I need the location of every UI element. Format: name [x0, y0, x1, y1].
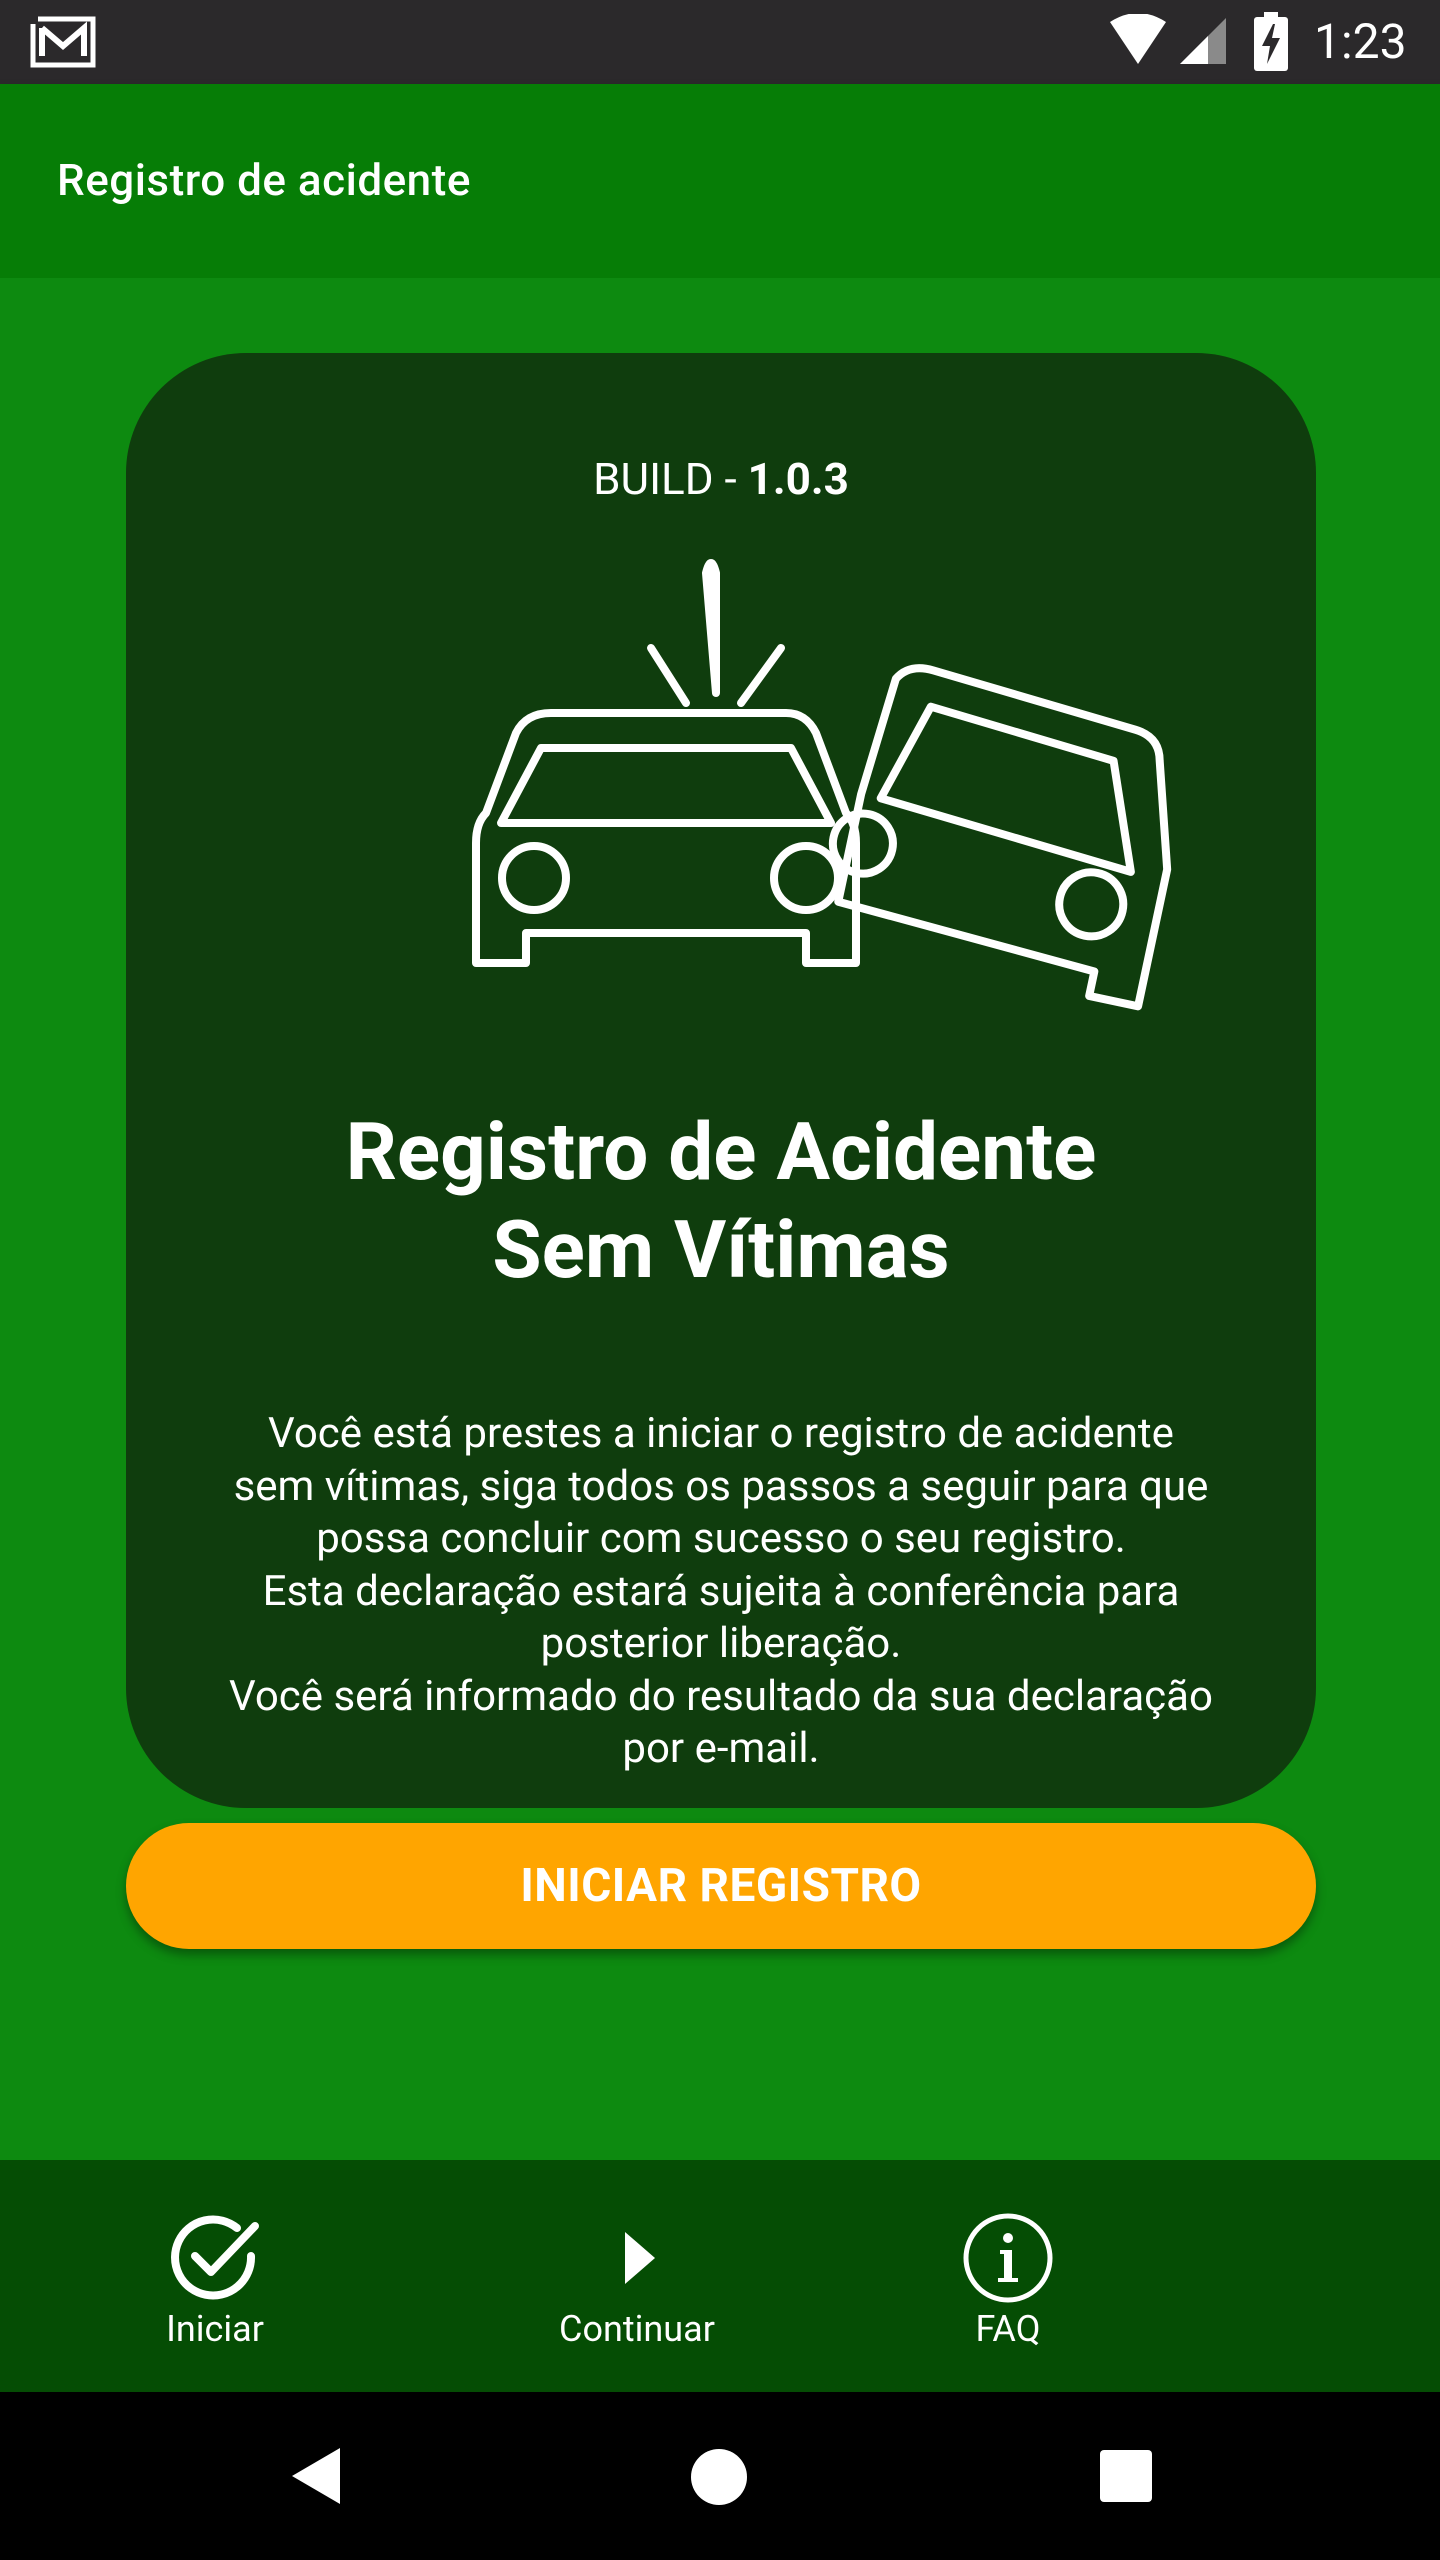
start-registration-button[interactable]: INICIAR REGISTRO: [126, 1823, 1316, 1949]
main-content: BUILD - 1.0.3 Registro de Acidente Sem V…: [0, 278, 1440, 2160]
nav-label: Iniciar: [166, 2308, 264, 2350]
car-crash-icon: [472, 559, 1172, 1011]
nav-item-iniciar[interactable]: Iniciar: [65, 2160, 365, 2392]
intro-card: BUILD - 1.0.3 Registro de Acidente Sem V…: [126, 353, 1316, 1808]
home-icon[interactable]: [690, 2448, 748, 2506]
app-bar-title: Registro de acidente: [57, 154, 471, 206]
build-label: BUILD -: [593, 453, 748, 505]
check-circle-icon: [171, 2215, 259, 2300]
status-bar: 1:23: [0, 0, 1440, 84]
build-version: BUILD - 1.0.3: [126, 453, 1316, 505]
page-heading: Registro de Acidente Sem Vítimas: [126, 1103, 1316, 1299]
nav-item-faq[interactable]: FAQ: [858, 2160, 1158, 2392]
description-line: sem vítimas, siga todos os passos a segu…: [233, 1461, 1209, 1511]
info-circle-icon: [963, 2213, 1053, 2303]
recents-icon[interactable]: [1098, 2448, 1154, 2504]
status-time: 1:23: [1314, 13, 1407, 70]
app-bar: Registro de acidente: [0, 84, 1440, 278]
back-icon[interactable]: [288, 2444, 344, 2508]
description-line: por e-mail.: [622, 1724, 820, 1773]
battery-charging-icon: [1254, 12, 1288, 71]
description-line: Você será informado do resultado da sua …: [229, 1671, 1213, 1721]
nav-label: FAQ: [975, 2308, 1041, 2350]
description-line: Você está prestes a iniciar o registro d…: [268, 1409, 1174, 1458]
description-line: possa concluir com sucesso o seu registr…: [316, 1514, 1126, 1563]
description-line: Esta declaração estará sujeita à conferê…: [262, 1566, 1180, 1616]
description-text: Você está prestes a iniciar o registro d…: [166, 1408, 1276, 1776]
bottom-nav: Iniciar Continuar FAQ: [0, 2160, 1440, 2392]
wifi-icon: [1110, 14, 1166, 64]
description-line: posterior liberação.: [540, 1619, 902, 1668]
signal-icon: [1180, 18, 1226, 64]
heading-line: Registro de Acidente: [345, 1105, 1097, 1199]
heading-line: Sem Vítimas: [492, 1203, 950, 1297]
system-nav-bar: [0, 2392, 1440, 2560]
gmail-icon: [30, 16, 96, 68]
nav-item-continuar[interactable]: Continuar: [487, 2160, 787, 2392]
build-number: 1.0.3: [747, 453, 849, 505]
nav-label: Continuar: [559, 2308, 715, 2350]
play-arrow-icon: [625, 2232, 655, 2284]
